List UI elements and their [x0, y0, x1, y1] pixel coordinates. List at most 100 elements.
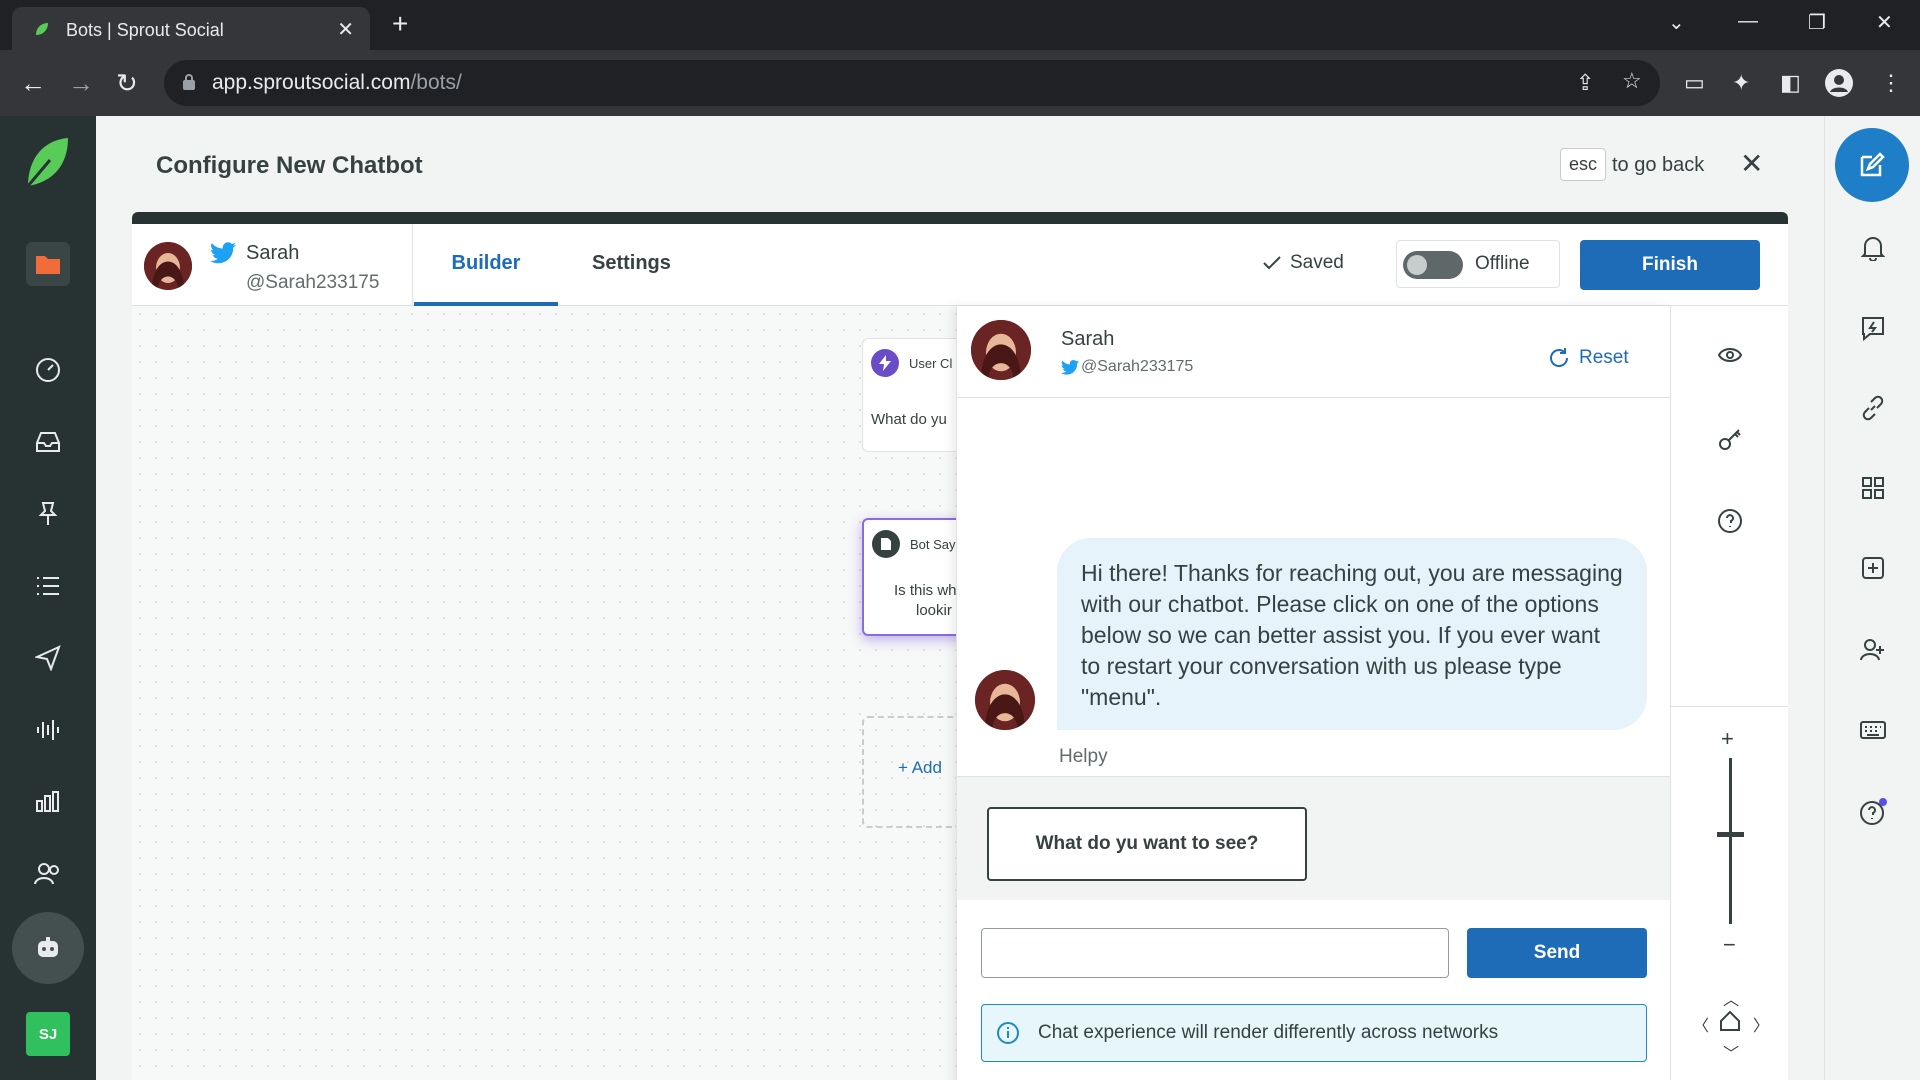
reload-icon[interactable]: ↻ — [116, 68, 138, 98]
minimize-icon[interactable]: — — [1738, 10, 1758, 33]
header-divider — [412, 224, 413, 306]
add-label: + Add — [898, 758, 942, 777]
tab-builder[interactable]: Builder — [414, 224, 558, 306]
tab-close-icon[interactable]: ✕ — [337, 17, 354, 42]
window-close-icon[interactable]: ✕ — [1876, 10, 1893, 35]
browser-tab[interactable]: Bots | Sprout Social ✕ — [12, 7, 370, 50]
compose-button[interactable] — [1835, 128, 1909, 202]
side-panel-icon[interactable]: ◧ — [1780, 70, 1801, 96]
twitter-icon — [1061, 359, 1079, 375]
link-icon[interactable] — [1859, 394, 1887, 422]
dashboard-icon[interactable] — [28, 350, 68, 390]
tool-separator — [1671, 706, 1788, 707]
quick-reply-button[interactable]: What do yu want to see? — [987, 807, 1307, 881]
browser-tabbar: Bots | Sprout Social ✕ + ⌄ — ❐ ✕ — [0, 0, 1920, 50]
reports-chart-icon[interactable] — [28, 782, 68, 822]
restore-icon[interactable]: ❐ — [1808, 10, 1826, 35]
notifications-bell-icon[interactable] — [1859, 234, 1887, 262]
preview-eye-icon[interactable] — [1715, 340, 1745, 370]
online-toggle[interactable] — [1403, 251, 1463, 279]
preview-header: Sarah @Sarah233175 Reset — [957, 306, 1671, 398]
online-status-control: Offline — [1396, 240, 1560, 288]
extensions-puzzle-icon[interactable]: ✦ — [1732, 70, 1750, 96]
people-icon[interactable] — [28, 854, 68, 894]
browser-toolbar: ← → ↻ app.sproutsocial.com/bots/ ⇪ ☆ ▭ ✦… — [0, 50, 1920, 116]
tab-settings[interactable]: Settings — [592, 252, 671, 275]
page-title: Configure New Chatbot — [156, 152, 423, 179]
profile-icon[interactable] — [1824, 68, 1854, 98]
bots-nav-item[interactable] — [12, 912, 84, 984]
send-button[interactable]: Send — [1467, 928, 1647, 978]
keyboard-icon[interactable] — [1859, 716, 1887, 744]
lock-icon — [183, 74, 195, 90]
zoom-slider[interactable] — [1729, 758, 1732, 924]
user-avatar[interactable]: SJ — [26, 1012, 70, 1056]
extension-alert-icon[interactable]: ▭ — [1684, 70, 1705, 96]
browser-menu-icon[interactable]: ⋮ — [1880, 70, 1902, 96]
help-icon[interactable] — [1715, 506, 1745, 536]
preview-name: Sarah — [1061, 328, 1115, 350]
messages-folder-icon[interactable] — [26, 242, 70, 286]
finish-button[interactable]: Finish — [1580, 240, 1760, 290]
address-bar[interactable]: app.sproutsocial.com/bots/ ⇪ ☆ — [164, 60, 1660, 106]
sprout-logo-icon[interactable] — [26, 136, 70, 188]
apps-grid-icon[interactable] — [1859, 474, 1887, 502]
message-input[interactable] — [981, 928, 1449, 978]
new-tab-icon[interactable]: + — [392, 10, 408, 38]
close-icon[interactable]: ✕ — [1740, 150, 1763, 178]
left-nav: SJ — [0, 116, 96, 1080]
profile-handle: @Sarah233175 — [246, 272, 380, 293]
node-header: User Cl — [909, 355, 953, 371]
document-icon — [872, 530, 900, 558]
key-icon[interactable] — [1715, 424, 1745, 454]
url-text: app.sproutsocial.com/bots/ — [212, 71, 462, 94]
pin-icon[interactable] — [28, 494, 68, 534]
pan-home-icon[interactable] — [1719, 1010, 1741, 1032]
tasks-list-icon[interactable] — [28, 566, 68, 606]
bot-message-bubble: Hi there! Thanks for reaching out, you a… — [1057, 538, 1647, 730]
zoom-in-icon[interactable]: + — [1721, 726, 1734, 752]
reset-icon — [1550, 348, 1569, 367]
lightning-icon — [871, 349, 899, 377]
toggle-knob — [1407, 255, 1427, 275]
profile-avatar — [144, 242, 192, 290]
share-icon[interactable]: ⇪ — [1576, 70, 1594, 96]
check-icon — [1263, 256, 1281, 270]
bookmark-star-icon[interactable]: ☆ — [1622, 68, 1642, 94]
right-rail — [1824, 116, 1920, 1080]
sprout-favicon-icon — [36, 23, 48, 35]
activity-chat-icon[interactable] — [1859, 314, 1887, 342]
plus-icon: + — [898, 758, 912, 777]
profile-name: Sarah — [246, 242, 300, 264]
zoom-out-icon[interactable]: − — [1723, 932, 1736, 958]
listening-waveform-icon[interactable] — [28, 710, 68, 750]
esc-key-badge: esc — [1560, 148, 1607, 181]
twitter-icon — [210, 242, 236, 264]
pan-right-icon[interactable]: 〉 — [1753, 1012, 1769, 1036]
add-user-icon[interactable] — [1859, 636, 1887, 664]
canvas-tools: + − ︿ 〈 〉 ﹀ — [1670, 306, 1788, 1080]
pan-up-icon[interactable]: ︿ — [1723, 986, 1739, 1010]
zoom-slider-handle[interactable] — [1717, 832, 1744, 837]
back-icon[interactable]: ← — [20, 68, 46, 98]
reset-button[interactable]: Reset — [1547, 346, 1629, 370]
pan-down-icon[interactable]: ﹀ — [1723, 1040, 1739, 1064]
tab-search-icon[interactable]: ⌄ — [1668, 10, 1685, 35]
inbox-icon[interactable] — [28, 422, 68, 462]
help-center-icon[interactable] — [1859, 798, 1887, 826]
online-status-label: Offline — [1475, 253, 1530, 274]
publishing-send-icon[interactable] — [28, 638, 68, 678]
tab-title: Bots | Sprout Social — [66, 20, 224, 40]
node-header: Bot Say — [910, 536, 956, 552]
node-body-line: Is this wh — [894, 582, 957, 599]
chatbot-builder: Sarah @Sarah233175 Builder Settings Save… — [132, 212, 1788, 1080]
compose-pencil-icon — [1860, 152, 1885, 177]
pan-left-icon[interactable]: 〈 — [1693, 1012, 1709, 1036]
quick-reply-area: What do yu want to see? — [957, 776, 1671, 900]
esc-hint: to go back — [1612, 154, 1705, 176]
add-box-icon[interactable] — [1859, 554, 1887, 582]
forward-icon[interactable]: → — [68, 68, 94, 98]
info-banner: Chat experience will render differently … — [981, 1004, 1647, 1062]
preview-avatar — [971, 320, 1031, 380]
flow-canvas[interactable]: User Cl What do yu Bot Say Is this wh lo… — [132, 306, 982, 1080]
